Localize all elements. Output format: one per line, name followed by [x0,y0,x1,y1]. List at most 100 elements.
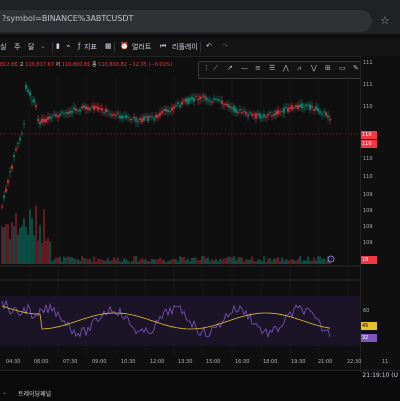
time-label: 21:00 [318,359,333,365]
toolbar-divider [114,42,115,52]
candle-body [19,137,21,141]
candle-body [67,111,69,115]
volume-bar [91,261,93,264]
volume-bar [109,261,111,264]
candle-body [111,114,113,116]
candle-body [283,107,285,114]
collapse-icon[interactable]: ⌄ [2,389,7,396]
url-text[interactable]: ?symbol=BINANCE%3ABTCUSDT [2,14,133,23]
volume-bar [215,259,217,264]
trading-panel-tab[interactable]: 트레이딩패널 [18,389,51,398]
time-label: 18:00 [263,359,278,365]
alert-icon[interactable]: ⏰ [120,42,129,50]
price-label: 109 [363,240,373,246]
volume-bar [257,259,259,264]
candle-body [157,115,159,118]
volume-bar [187,258,189,264]
candle-body [297,105,299,110]
candle-body [123,116,125,118]
volume-bar [83,258,85,264]
interval-button-3[interactable]: 달 [28,42,34,52]
volume-bar [31,218,33,264]
undo-icon[interactable]: ↶ [206,42,212,50]
candle-body [305,104,307,107]
alert-button[interactable]: 얼러트 [132,42,151,52]
volume-bar [51,261,53,264]
interval-button-1[interactable]: 실 [0,42,6,52]
candle-body [177,102,179,105]
price-chart[interactable] [0,56,360,370]
volume-bar [199,259,201,264]
volume-bar [13,226,15,264]
candle-body [173,106,175,109]
volume-bar [313,257,315,264]
volume-bar [79,260,81,264]
volume-bar [119,261,121,264]
candle-body [167,109,169,113]
candle-body [171,107,173,111]
volume-bar [101,259,103,264]
volume-bar [247,259,249,264]
volume-bar [33,235,35,264]
volume-bar [197,260,199,264]
volume-bar [131,261,133,264]
volume-bar [123,258,125,264]
candle-type-icon[interactable]: ▮ [56,42,60,50]
volume-bar [73,258,75,264]
volume-bar [205,258,207,264]
volume-bar [277,257,279,264]
time-label: 09:00 [92,359,107,365]
candle-body [35,105,37,108]
candle-body [127,116,129,118]
candle-body [315,106,317,110]
time-label: 04:30 [6,359,21,365]
volume-bar [93,256,95,264]
chevron-down-icon[interactable]: ⌄ [40,42,46,50]
volume-bar [213,260,215,264]
candle-body [311,105,313,108]
candle-body [129,119,131,121]
volume-bar [155,259,157,264]
candle-body [243,110,245,112]
candle-body [25,84,27,89]
volume-bar [307,256,309,264]
candle-body [281,110,283,112]
browser-address-bar-area: ?symbol=BINANCE%3ABTCUSDT ☆ [0,0,400,34]
candle-body [195,95,197,97]
candle-body [205,96,207,101]
volume-bar [297,259,299,264]
candle-body [119,115,121,119]
bookmark-star-icon[interactable]: ☆ [380,14,390,27]
candle-body [197,99,199,101]
rsi-band [0,296,360,346]
price-label: 110 [363,156,373,162]
replay-icon[interactable]: ⏮ [160,42,166,51]
volume-bar [75,259,77,264]
interval-button-2[interactable]: 주 [14,42,20,52]
compare-icon[interactable]: ⌁ [66,42,70,50]
volume-bar [161,259,163,264]
price-label: 110 [363,104,373,110]
candle-body [209,100,211,102]
indicators-button[interactable]: 지표 [84,42,97,52]
candle-body [219,100,221,102]
price-label: 109 [363,192,373,198]
templates-icon[interactable]: ▦ [105,42,112,50]
volume-bar [227,256,229,264]
candle-body [159,112,161,117]
candle-body [101,108,103,111]
candle-body [269,112,271,114]
replay-button[interactable]: 리플레이 [172,42,198,52]
volume-bar [263,256,265,264]
candle-body [27,89,29,93]
candle-body [37,118,39,121]
candle-body [5,188,7,192]
price-axis[interactable]: 111 111 110 110 110 110 110 109 109 109 … [360,56,400,370]
replay-marker-icon[interactable] [327,255,335,263]
redo-icon[interactable]: ↷ [222,42,228,50]
candle-body [103,112,105,114]
volume-bar [287,260,289,264]
indicators-icon[interactable]: ƒ [78,42,80,50]
time-axis[interactable]: 04:30 06:00 07:30 09:00 10:30 12:00 13:3… [0,355,400,369]
time-label: 12:00 [150,359,165,365]
